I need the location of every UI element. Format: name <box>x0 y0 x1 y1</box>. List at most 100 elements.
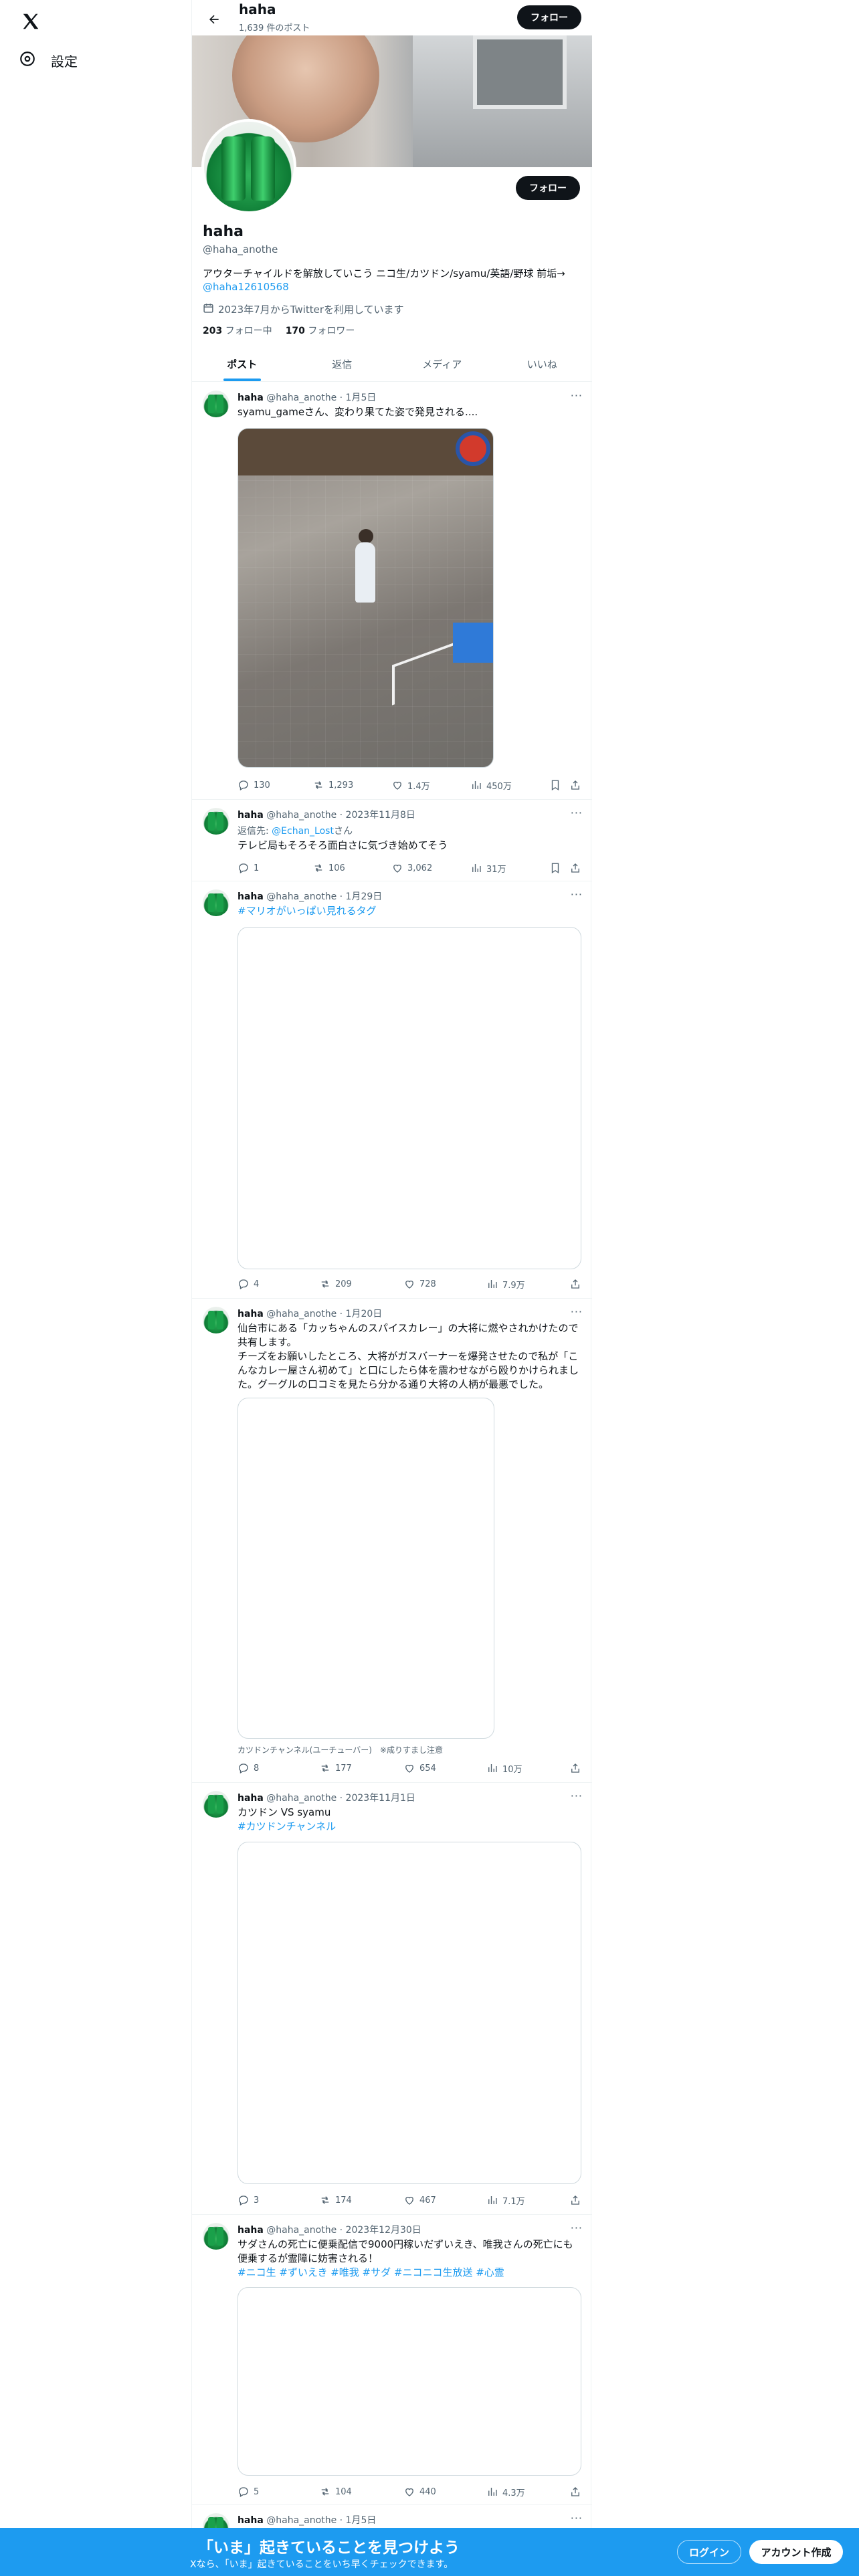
profile-joined-text: 2023年7月からTwitterを利用しています <box>218 304 404 316</box>
profile-bio-link[interactable]: @haha12610568 <box>203 281 289 293</box>
post-actions: 4 209 728 7.9万 <box>237 1277 581 1291</box>
views-button[interactable]: 450万 <box>470 778 512 792</box>
following-link[interactable]: 203 フォロー中 <box>203 324 272 337</box>
topbar-follow-button[interactable]: フォロー <box>517 5 581 29</box>
bookmark-icon[interactable] <box>549 861 561 875</box>
login-button[interactable]: ログイン <box>677 2540 741 2564</box>
more-icon[interactable]: ··· <box>571 807 583 819</box>
post-hashtags[interactable]: #ニコ生 #ずいえき #唯我 #サダ #ニコニコ生放送 #心霊 <box>237 2266 581 2280</box>
post-caption: カツドンチャンネル(ユーチューバー) ※成りすまし注意 <box>237 1745 443 1755</box>
views-button[interactable]: 7.1万 <box>486 2193 525 2207</box>
profile-bio: アウターチャイルドを解放していこう ニコ生/カツドン/syamu/英語/野球 前… <box>203 267 565 280</box>
post-item[interactable]: haha @haha_anothe · 1月20日 ··· 仙台市にある「カッち… <box>192 1299 592 1783</box>
post-text: カツドン VS syamu <box>237 1806 331 1818</box>
post-header: haha @haha_anothe · 2023年11月8日 <box>237 810 415 821</box>
more-icon[interactable]: ··· <box>571 1305 583 1318</box>
post-avatar[interactable] <box>203 808 229 835</box>
reply-icon <box>239 1763 248 1774</box>
like-button[interactable]: 728 <box>403 1277 436 1291</box>
post-media-placeholder[interactable] <box>237 927 581 1269</box>
share-icon[interactable] <box>569 1277 581 1291</box>
back-arrow-icon[interactable] <box>203 8 225 31</box>
like-button[interactable]: 3,062 <box>391 861 432 875</box>
calendar-icon <box>203 302 214 316</box>
tab-media[interactable]: メディア <box>392 346 492 381</box>
post-hashtags[interactable]: #マリオがいっぱい見れるタグ <box>237 904 581 918</box>
repost-button[interactable]: 209 <box>319 1277 352 1291</box>
post-item[interactable]: haha @haha_anothe · 2023年12月30日 ··· サダさん… <box>192 2215 592 2505</box>
repost-icon <box>321 1764 329 1772</box>
more-icon[interactable]: ··· <box>571 1790 583 1802</box>
repost-button[interactable]: 177 <box>319 1761 352 1775</box>
like-icon <box>405 2196 413 2205</box>
repost-icon <box>321 2488 329 2496</box>
repost-button[interactable]: 104 <box>319 2485 352 2498</box>
share-icon[interactable] <box>569 861 581 875</box>
more-icon[interactable]: ··· <box>571 389 583 402</box>
like-button[interactable]: 467 <box>403 2193 436 2207</box>
x-logo-icon[interactable] <box>17 8 44 35</box>
post-avatar[interactable] <box>203 889 229 916</box>
repost-button[interactable]: 1,293 <box>312 778 353 792</box>
reply-button[interactable]: 5 <box>237 2485 259 2498</box>
profile-follow-button[interactable]: フォロー <box>516 176 580 200</box>
bookmark-icon[interactable] <box>549 778 561 792</box>
tab-replies[interactable]: 返信 <box>292 346 393 381</box>
nav-settings[interactable]: 設定 <box>19 45 78 75</box>
like-icon <box>405 1764 413 1773</box>
views-icon <box>472 864 481 872</box>
post-media-placeholder[interactable] <box>237 1842 581 2184</box>
repost-button[interactable]: 106 <box>312 861 345 875</box>
like-button[interactable]: 440 <box>403 2485 436 2498</box>
profile-stats: 203 フォロー中 170 フォロワー <box>203 324 355 337</box>
followers-link[interactable]: 170 フォロワー <box>286 324 355 337</box>
post-text: 仙台市にある「カッちゃんのスパイスカレー」の大将に燃やされかけたので 共有します… <box>237 1322 579 1390</box>
post-media-placeholder[interactable] <box>237 1398 494 1739</box>
post-avatar[interactable] <box>203 391 229 417</box>
like-icon <box>405 2488 413 2496</box>
post-item[interactable]: haha @haha_anothe · 1月5日 ··· syamu_gameさ… <box>192 383 592 800</box>
more-icon[interactable]: ··· <box>571 2222 583 2234</box>
post-avatar[interactable] <box>203 2223 229 2250</box>
more-icon[interactable]: ··· <box>571 2512 583 2525</box>
repost-icon <box>321 2196 329 2204</box>
main-column: haha 1,639 件のポスト フォロー フォロー haha @haha_an… <box>191 0 593 2576</box>
reply-button[interactable]: 4 <box>237 1277 259 1291</box>
reply-icon <box>239 863 248 873</box>
views-button[interactable]: 10万 <box>486 1761 522 1775</box>
reply-button[interactable]: 3 <box>237 2193 259 2207</box>
views-button[interactable]: 4.3万 <box>486 2485 525 2498</box>
post-item[interactable]: haha @haha_anothe · 1月29日 ··· #マリオがいっぱい見… <box>192 881 592 1299</box>
reply-icon <box>239 2487 248 2497</box>
tab-posts[interactable]: ポスト <box>192 346 292 381</box>
views-button[interactable]: 31万 <box>470 861 506 875</box>
reply-button[interactable]: 1 <box>237 861 259 875</box>
post-hashtags[interactable]: #カツドンチャンネル <box>237 1820 581 1834</box>
like-button[interactable]: 1.4万 <box>391 778 430 792</box>
signup-button[interactable]: アカウント作成 <box>749 2540 843 2564</box>
views-button[interactable]: 7.9万 <box>486 1277 525 1291</box>
share-icon[interactable] <box>569 2193 581 2207</box>
reply-button[interactable]: 8 <box>237 1761 259 1775</box>
tab-likes[interactable]: いいね <box>492 346 593 381</box>
post-item[interactable]: haha @haha_anothe · 2023年11月1日 ··· カツドン … <box>192 1783 592 2215</box>
profile-avatar[interactable] <box>201 119 296 214</box>
post-photo[interactable] <box>237 428 494 768</box>
like-button[interactable]: 654 <box>403 1761 436 1775</box>
repost-icon <box>314 864 322 872</box>
post-avatar[interactable] <box>203 1307 229 1333</box>
post-media-placeholder[interactable] <box>237 2287 581 2476</box>
views-icon <box>488 1280 497 1288</box>
share-icon[interactable] <box>569 1761 581 1775</box>
reply-to-mention[interactable]: @Echan_Lost <box>272 826 334 837</box>
repost-button[interactable]: 174 <box>319 2193 352 2207</box>
share-icon[interactable] <box>569 778 581 792</box>
post-item[interactable]: haha @haha_anothe · 2023年11月8日 ··· 返信先: … <box>192 800 592 881</box>
share-icon[interactable] <box>569 2485 581 2498</box>
left-nav: 設定 <box>0 0 191 2576</box>
reply-button[interactable]: 130 <box>237 778 270 792</box>
post-text: syamu_gameさん、変わり果てた姿で発見される.... <box>237 406 478 418</box>
more-icon[interactable]: ··· <box>571 888 583 901</box>
post-avatar[interactable] <box>203 1791 229 1818</box>
post-header: haha @haha_anothe · 2023年12月30日 <box>237 2225 421 2236</box>
